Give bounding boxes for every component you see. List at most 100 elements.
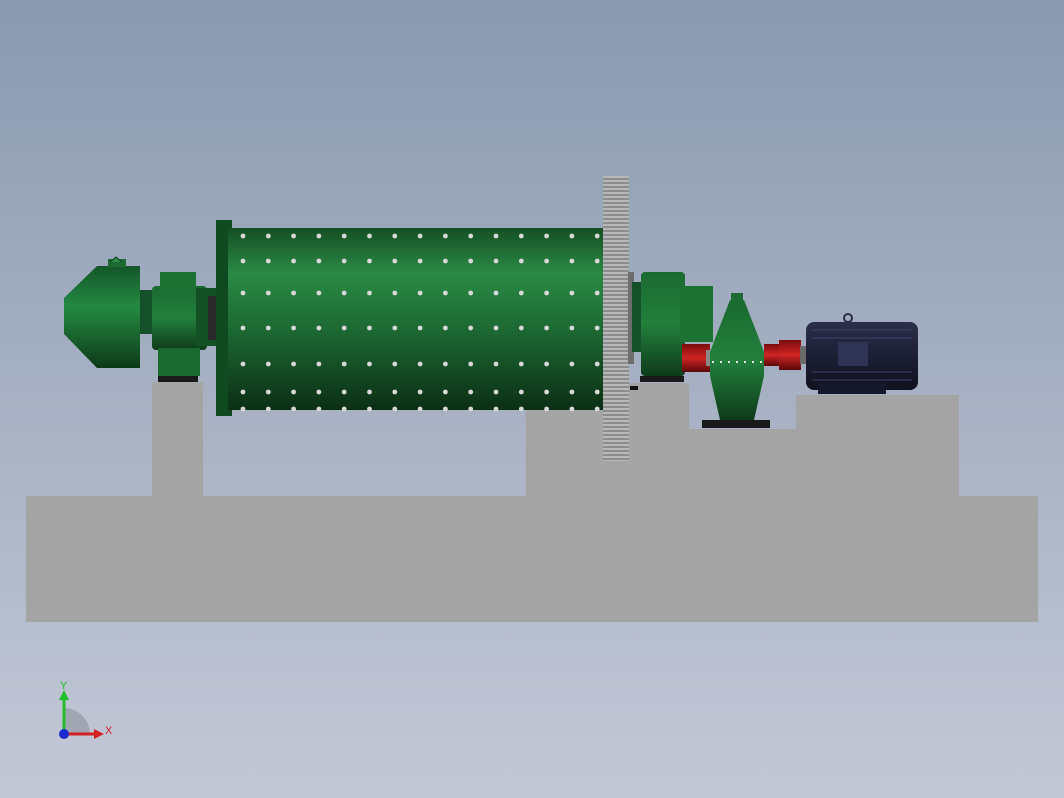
liner-bolt [493,290,499,296]
liner-bolt [417,325,423,331]
liner-bolt [493,258,499,264]
liner-bolt [367,361,372,367]
liner-bolt [341,361,347,367]
liner-bolt [569,233,575,239]
liner-bolt [291,389,296,395]
liner-bolt [468,258,474,264]
liner-bolt [265,325,271,331]
liner-bolt [594,325,600,331]
liner-bolt [443,325,448,331]
liner-bolt [594,290,600,296]
liner-bolt [316,290,322,296]
liner-bolt [265,361,271,367]
liner-bolt [417,233,423,239]
liner-bolt [265,290,271,296]
liner-bolt [291,325,296,331]
liner-bolt [544,361,549,367]
liner-bolt [367,290,372,296]
y-axis-label: Y [60,680,68,692]
liner-bolt [544,325,549,331]
liner-bolt [569,406,575,412]
liner-bolt [392,325,398,331]
liner-bolt [316,406,322,412]
liner-bolt [569,325,575,331]
liner-bolt [468,290,474,296]
z-axis-dot [59,729,69,739]
liner-bolt [240,389,246,395]
mill-shell[interactable] [216,220,606,416]
foundation[interactable] [26,382,1038,622]
liner-bolt [392,406,398,412]
liner-bolt [417,258,423,264]
liner-bolt [468,389,474,395]
liner-bolt [468,233,474,239]
liner-bolt [569,290,575,296]
liner-bolt [493,233,499,239]
liner-bolt [367,258,372,264]
liner-bolt [518,361,524,367]
liner-bolt [518,233,524,239]
liner-bolt [240,325,246,331]
liner-bolt [291,258,296,264]
electric-motor[interactable] [806,313,918,394]
liner-bolt [316,258,322,264]
liner-bolt [316,389,322,395]
liner-bolt [367,325,372,331]
liner-bolt [316,325,322,331]
liner-bolt [544,389,549,395]
liner-bolt [594,406,600,412]
liner-bolt [518,389,524,395]
liner-bolt [392,290,398,296]
liner-bolt [291,361,296,367]
liner-bolt [544,233,549,239]
liner-bolt [493,389,499,395]
liner-bolt [291,290,296,296]
liner-bolt [341,258,347,264]
liner-bolt [265,258,271,264]
graphics-viewport[interactable]: Y X [0,0,1064,798]
liner-bolt [569,258,575,264]
feed-end-bearing[interactable] [140,272,222,382]
liner-bolt [443,258,448,264]
liner-bolt [468,325,474,331]
liner-bolt [341,233,347,239]
liner-bolt [594,258,600,264]
liner-bolt [493,406,499,412]
x-axis-head [94,729,104,739]
liner-bolt [544,258,549,264]
liner-bolt [569,361,575,367]
liner-bolt [443,389,448,395]
coordinate-triad: Y X [50,680,120,750]
liner-bolt [392,258,398,264]
liner-bolt [443,290,448,296]
liner-bolt [417,406,423,412]
liner-bolt [594,233,600,239]
liner-bolt [468,406,474,412]
liner-bolt [240,258,246,264]
liner-bolt [544,290,549,296]
liner-bolt [594,361,600,367]
model-view[interactable] [0,0,1064,798]
liner-bolt [417,389,423,395]
liner-bolt [341,325,347,331]
liner-bolt [443,233,448,239]
liner-bolt [341,290,347,296]
liner-bolt [594,389,600,395]
feed-end-cover[interactable] [64,256,140,368]
liner-bolt [341,389,347,395]
liner-bolt [316,233,322,239]
motor-coupling[interactable] [764,340,808,370]
liner-bolt [417,361,423,367]
liner-bolt [240,290,246,296]
liner-bolt [518,258,524,264]
liner-bolt [493,361,499,367]
liner-bolt [544,406,549,412]
liner-bolt [265,406,271,412]
liner-bolt [518,290,524,296]
liner-bolt [367,389,372,395]
liner-bolt [443,361,448,367]
x-axis-label: X [105,725,113,737]
liner-bolt [569,389,575,395]
liner-bolt [518,406,524,412]
liner-bolt [493,325,499,331]
